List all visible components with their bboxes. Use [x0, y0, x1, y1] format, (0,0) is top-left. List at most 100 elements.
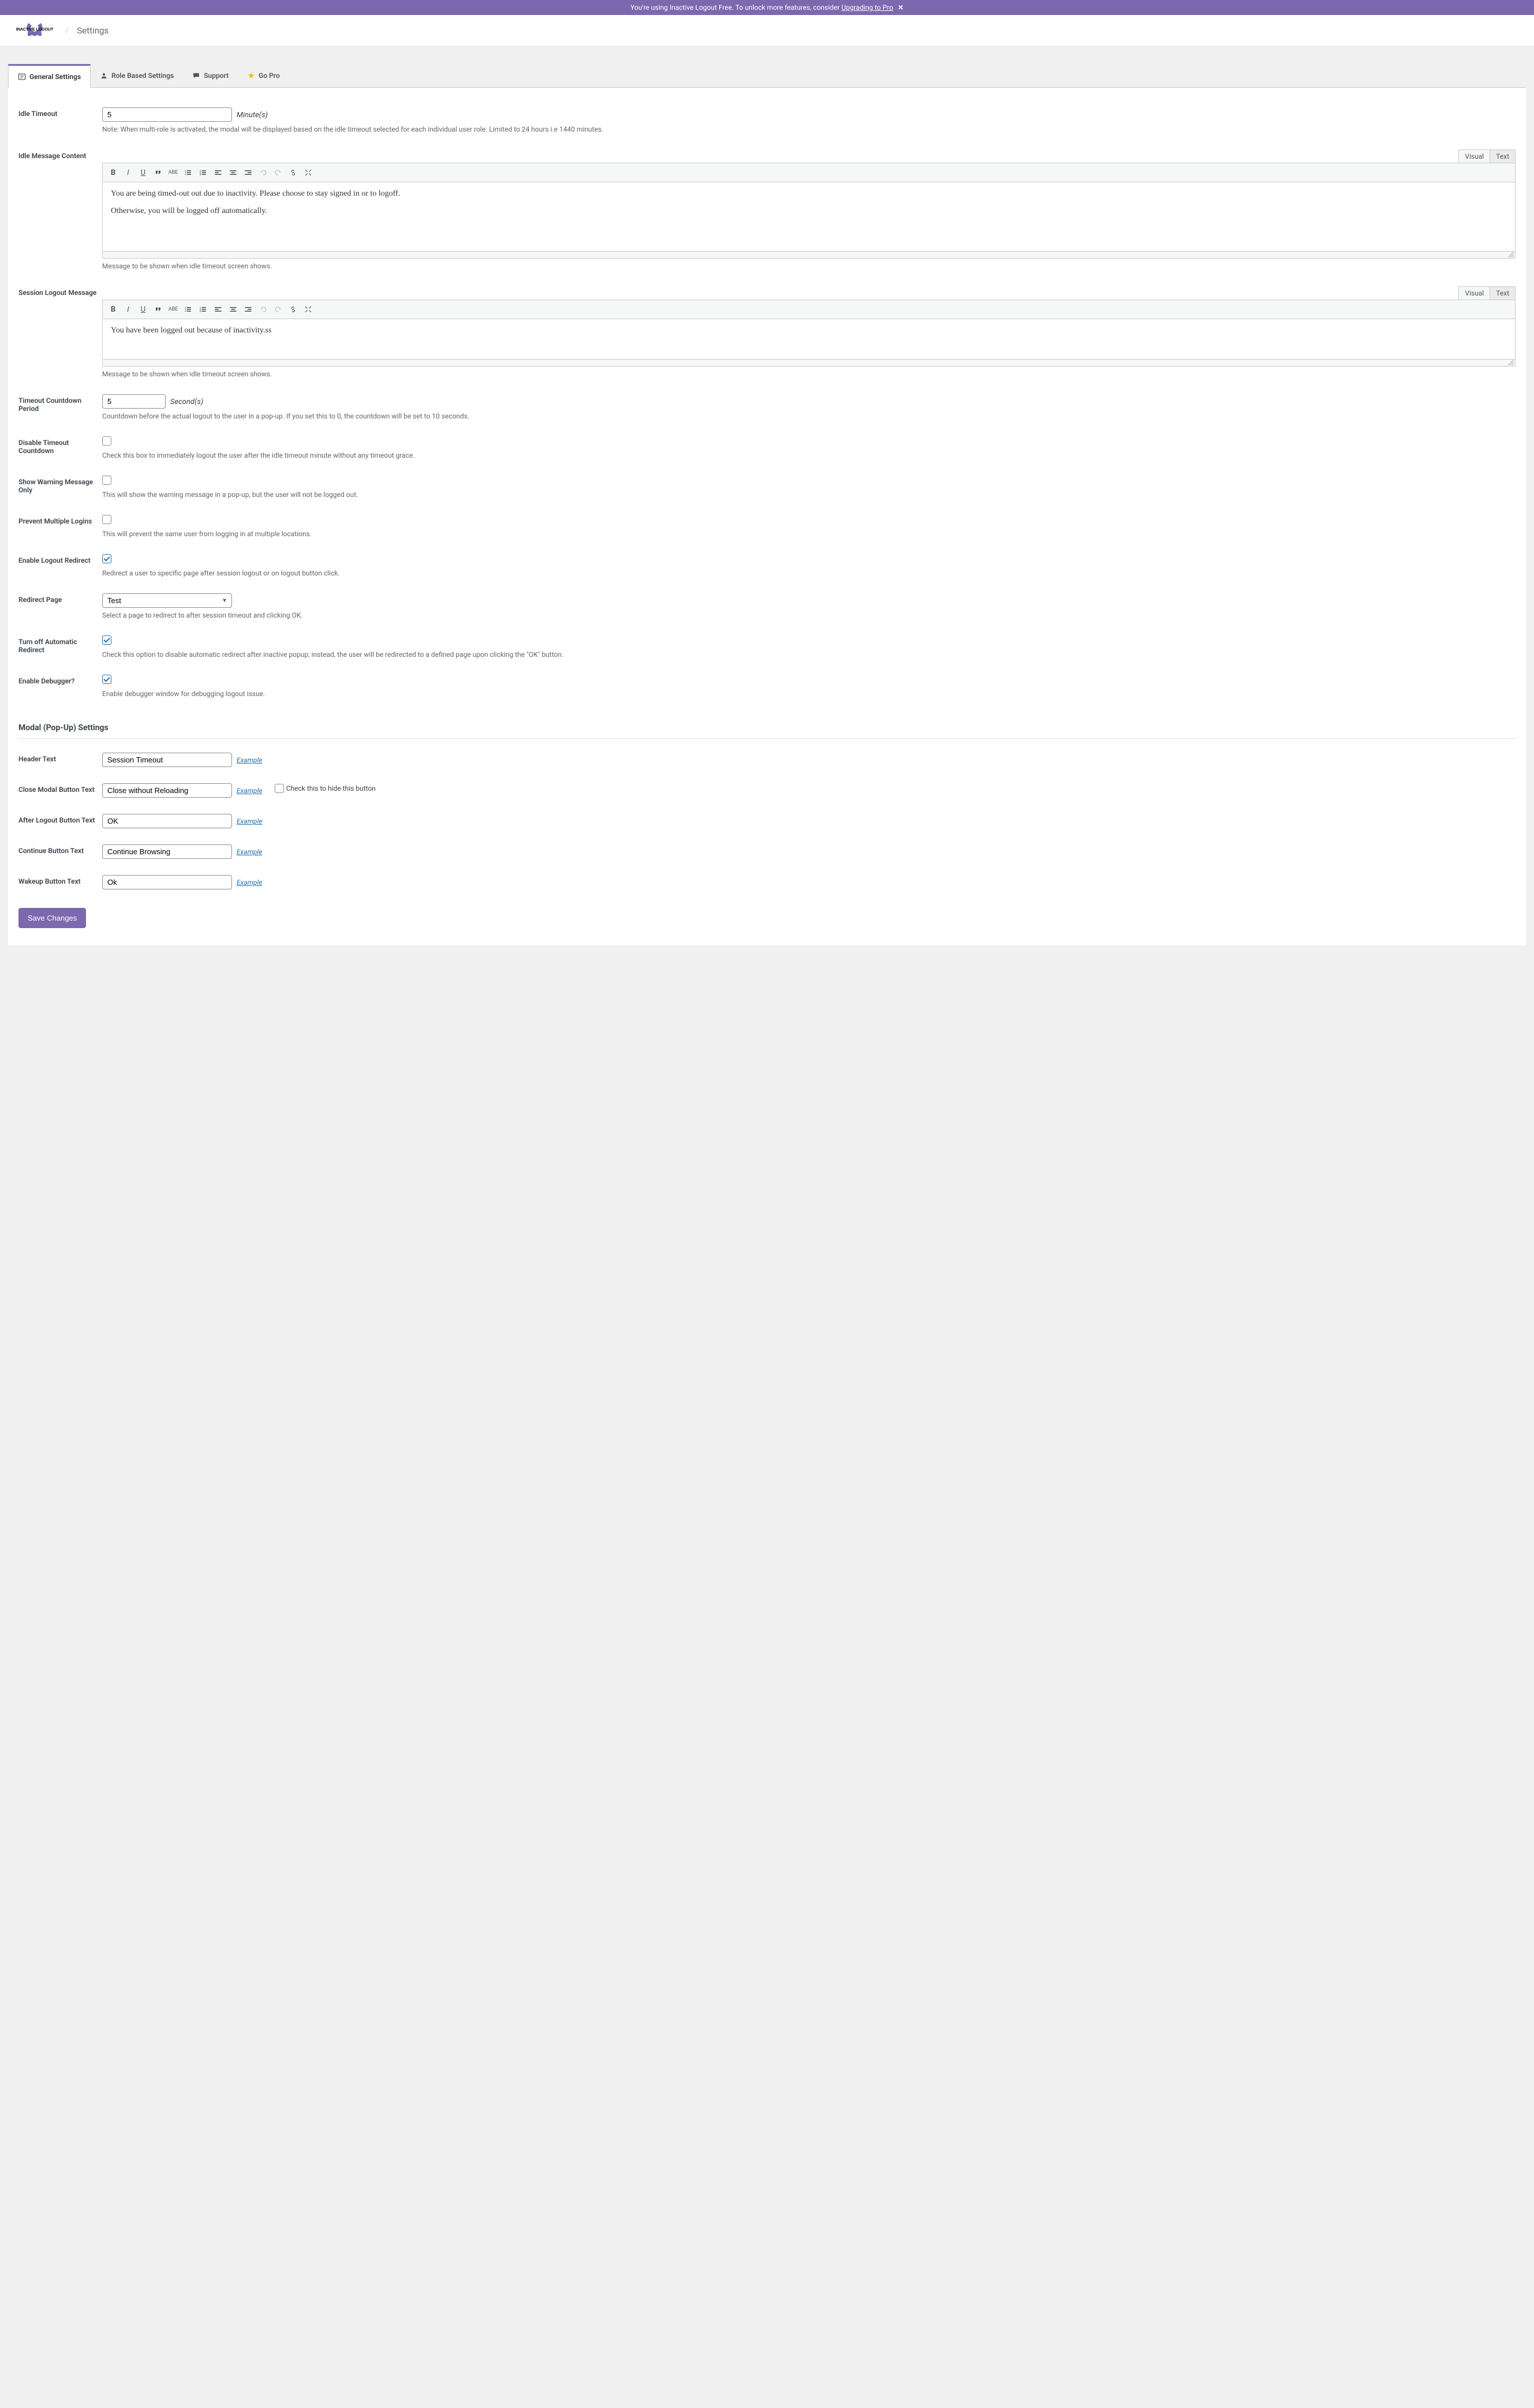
tab-label: General Settings	[29, 73, 81, 81]
session-logout-content[interactable]: You have been logged out because of inac…	[102, 319, 1516, 360]
star-icon: ★	[247, 72, 255, 80]
disable-countdown-label: Disable Timeout Countdown	[18, 436, 102, 455]
bold-button[interactable]: B	[106, 166, 120, 180]
countdown-unit: Second(s)	[170, 398, 203, 406]
tab-support[interactable]: Support	[183, 64, 238, 87]
upgrade-link[interactable]: Upgrading to Pro	[841, 3, 893, 12]
turn-off-auto-desc: Check this option to disable automatic r…	[102, 650, 1516, 659]
idle-timeout-label: Idle Timeout	[18, 107, 102, 118]
upgrade-banner: You're using Inactive Logout Free. To un…	[0, 0, 1534, 15]
redirect-page-select[interactable]: Test	[102, 593, 232, 608]
italic-button[interactable]: I	[121, 166, 135, 180]
align-right-button[interactable]	[241, 302, 255, 316]
turn-off-auto-checkbox[interactable]	[102, 635, 111, 645]
user-icon	[100, 72, 108, 80]
countdown-input[interactable]	[102, 394, 166, 409]
example-link[interactable]: Example	[237, 848, 262, 856]
debugger-label: Enable Debugger?	[18, 675, 102, 685]
strike-button[interactable]: ABE	[166, 166, 180, 180]
tab-role-based[interactable]: Role Based Settings	[91, 64, 183, 87]
fullscreen-button[interactable]	[301, 302, 315, 316]
editor-resize[interactable]	[102, 360, 1516, 367]
disable-countdown-checkbox[interactable]	[102, 436, 111, 446]
session-logout-editor: Visual Text B I U ABE 123	[102, 286, 1516, 367]
countdown-label: Timeout Countdown Period	[18, 394, 102, 413]
redo-button[interactable]	[271, 302, 285, 316]
example-link[interactable]: Example	[237, 878, 262, 887]
save-button[interactable]: Save Changes	[18, 908, 86, 928]
align-center-button[interactable]	[226, 302, 240, 316]
bold-button[interactable]: B	[106, 302, 120, 316]
redo-button[interactable]	[271, 166, 285, 180]
warning-only-label: Show Warning Message Only	[18, 476, 102, 494]
underline-button[interactable]: U	[136, 302, 150, 316]
countdown-desc: Countdown before the actual logout to th…	[102, 412, 1516, 420]
debugger-desc: Enable debugger window for debugging log…	[102, 690, 1516, 698]
ul-button[interactable]	[181, 166, 195, 180]
banner-text: You're using Inactive Logout Free. To un…	[630, 3, 841, 12]
idle-message-editor: Visual Text B I U ABE 123	[102, 149, 1516, 259]
wakeup-btn-input[interactable]	[102, 875, 232, 889]
header-text-input[interactable]	[102, 753, 232, 767]
page-title: Settings	[77, 25, 108, 36]
settings-panel: Idle Timeout Minute(s) Note: When multi-…	[8, 88, 1526, 945]
link-button[interactable]	[286, 302, 300, 316]
ul-button[interactable]	[181, 302, 195, 316]
idle-message-label: Idle Message Content	[18, 149, 102, 160]
example-link[interactable]: Example	[237, 756, 262, 764]
tab-label: Support	[204, 72, 229, 80]
idle-timeout-desc: Note: When multi-role is activated, the …	[102, 125, 1516, 133]
divider: /	[66, 27, 69, 35]
quote-button[interactable]	[151, 166, 165, 180]
tab-general-settings[interactable]: General Settings	[8, 64, 91, 88]
italic-button[interactable]: I	[121, 302, 135, 316]
enable-redirect-label: Enable Logout Redirect	[18, 554, 102, 564]
tab-label: Go Pro	[259, 72, 280, 80]
chat-icon	[192, 72, 200, 80]
debugger-checkbox[interactable]	[102, 675, 111, 684]
warning-only-checkbox[interactable]	[102, 476, 111, 485]
align-center-button[interactable]	[226, 166, 240, 180]
idle-timeout-input[interactable]	[102, 107, 232, 122]
prevent-multi-desc: This will prevent the same user from log…	[102, 530, 1516, 538]
underline-button[interactable]: U	[136, 166, 150, 180]
ol-button[interactable]: 123	[196, 166, 210, 180]
idle-message-content[interactable]: You are being timed-out out due to inact…	[102, 182, 1516, 252]
idle-timeout-unit: Minute(s)	[237, 111, 268, 119]
align-left-button[interactable]	[211, 302, 225, 316]
undo-button[interactable]	[256, 302, 270, 316]
hide-close-btn-label: Check this to hide this button	[286, 784, 376, 792]
fullscreen-button[interactable]	[301, 166, 315, 180]
quote-button[interactable]	[151, 302, 165, 316]
svg-text:3: 3	[200, 310, 201, 313]
close-btn-input[interactable]	[102, 783, 232, 798]
editor-tab-visual[interactable]: Visual	[1458, 149, 1490, 163]
redirect-page-label: Redirect Page	[18, 593, 102, 604]
editor-tab-visual[interactable]: Visual	[1458, 286, 1490, 300]
disable-countdown-desc: Check this box to immediately logout the…	[102, 451, 1516, 459]
svg-text:INACTIVE LOGOUT: INACTIVE LOGOUT	[16, 28, 54, 32]
session-logout-label: Session Logout Message	[18, 286, 102, 297]
prevent-multi-checkbox[interactable]	[102, 515, 111, 524]
banner-close-icon[interactable]: ✕	[898, 3, 904, 12]
ol-button[interactable]: 123	[196, 302, 210, 316]
example-link[interactable]: Example	[237, 817, 262, 825]
example-link[interactable]: Example	[237, 787, 262, 795]
idle-message-desc: Message to be shown when idle timeout sc…	[102, 262, 1516, 270]
editor-tab-text[interactable]: Text	[1490, 149, 1516, 163]
undo-button[interactable]	[256, 166, 270, 180]
after-logout-input[interactable]	[102, 814, 232, 828]
wakeup-btn-label: Wakeup Button Text	[18, 875, 102, 885]
align-left-button[interactable]	[211, 166, 225, 180]
continue-btn-input[interactable]	[102, 844, 232, 859]
align-right-button[interactable]	[241, 166, 255, 180]
prevent-multi-label: Prevent Multiple Logins	[18, 515, 102, 525]
editor-toolbar: B I U ABE 123	[102, 163, 1516, 182]
enable-redirect-checkbox[interactable]	[102, 554, 111, 563]
tab-go-pro[interactable]: ★ Go Pro	[238, 64, 289, 87]
hide-close-btn-checkbox[interactable]	[275, 784, 284, 793]
strike-button[interactable]: ABE	[166, 302, 180, 316]
link-button[interactable]	[286, 166, 300, 180]
editor-tab-text[interactable]: Text	[1490, 286, 1516, 300]
editor-resize[interactable]	[102, 252, 1516, 259]
